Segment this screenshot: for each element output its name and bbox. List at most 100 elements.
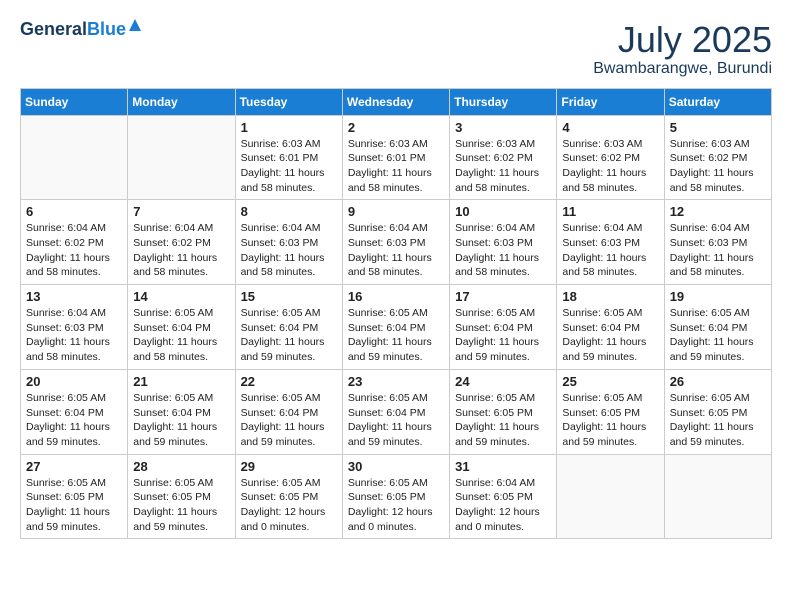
day-number: 7 [133, 204, 229, 219]
day-info: Sunrise: 6:05 AM Sunset: 6:05 PM Dayligh… [348, 476, 444, 535]
calendar-cell: 24 Sunrise: 6:05 AM Sunset: 6:05 PM Dayli… [450, 369, 557, 454]
calendar-cell: 31Sunrise: 6:04 AM Sunset: 6:05 PM Dayli… [450, 454, 557, 539]
day-info: Sunrise: 6:03 AM Sunset: 6:02 PM Dayligh… [670, 137, 766, 196]
calendar-week-row: 6Sunrise: 6:04 AM Sunset: 6:02 PM Daylig… [21, 200, 772, 285]
day-number: 14 [133, 289, 229, 304]
calendar-body: 1 Sunrise: 6:03 AM Sunset: 6:01 PM Daylig… [21, 115, 772, 539]
day-number: 6 [26, 204, 122, 219]
day-info: Sunrise: 6:05 AM Sunset: 6:04 PM Dayligh… [348, 306, 444, 365]
day-info: Sunrise: 6:05 AM Sunset: 6:04 PM Dayligh… [241, 306, 337, 365]
day-info: Sunrise: 6:05 AM Sunset: 6:04 PM Dayligh… [670, 306, 766, 365]
calendar-cell: 14 Sunrise: 6:05 AM Sunset: 6:04 PM Dayli… [128, 285, 235, 370]
calendar-cell: 20 Sunrise: 6:05 AM Sunset: 6:04 PM Dayli… [21, 369, 128, 454]
calendar-cell: 1 Sunrise: 6:03 AM Sunset: 6:01 PM Daylig… [235, 115, 342, 200]
day-number: 15 [241, 289, 337, 304]
calendar-cell: 15 Sunrise: 6:05 AM Sunset: 6:04 PM Dayli… [235, 285, 342, 370]
day-number: 16 [348, 289, 444, 304]
title-section: July 2025 Bwambarangwe, Burundi [593, 20, 772, 78]
day-number: 18 [562, 289, 658, 304]
day-info: Sunrise: 6:05 AM Sunset: 6:04 PM Dayligh… [562, 306, 658, 365]
day-number: 10 [455, 204, 551, 219]
weekday-header-saturday: Saturday [664, 88, 771, 115]
weekday-header-sunday: Sunday [21, 88, 128, 115]
day-number: 3 [455, 120, 551, 135]
calendar-cell [21, 115, 128, 200]
day-number: 2 [348, 120, 444, 135]
day-info: Sunrise: 6:04 AM Sunset: 6:03 PM Dayligh… [26, 306, 122, 365]
calendar-cell: 10 Sunrise: 6:04 AM Sunset: 6:03 PM Dayli… [450, 200, 557, 285]
day-number: 11 [562, 204, 658, 219]
calendar-cell: 12 Sunrise: 6:04 AM Sunset: 6:03 PM Dayli… [664, 200, 771, 285]
day-info: Sunrise: 6:03 AM Sunset: 6:02 PM Dayligh… [455, 137, 551, 196]
day-number: 28 [133, 459, 229, 474]
day-number: 8 [241, 204, 337, 219]
day-number: 25 [562, 374, 658, 389]
calendar-week-row: 13 Sunrise: 6:04 AM Sunset: 6:03 PM Dayli… [21, 285, 772, 370]
day-number: 24 [455, 374, 551, 389]
weekday-header-tuesday: Tuesday [235, 88, 342, 115]
calendar-week-row: 27 Sunrise: 6:05 AM Sunset: 6:05 PM Dayli… [21, 454, 772, 539]
calendar-cell: 9 Sunrise: 6:04 AM Sunset: 6:03 PM Daylig… [342, 200, 449, 285]
calendar-cell: 22 Sunrise: 6:05 AM Sunset: 6:04 PM Dayli… [235, 369, 342, 454]
calendar-cell: 17Sunrise: 6:05 AM Sunset: 6:04 PM Dayli… [450, 285, 557, 370]
day-info: Sunrise: 6:05 AM Sunset: 6:05 PM Dayligh… [241, 476, 337, 535]
weekday-header-wednesday: Wednesday [342, 88, 449, 115]
calendar-cell: 28Sunrise: 6:05 AM Sunset: 6:05 PM Dayli… [128, 454, 235, 539]
day-info: Sunrise: 6:04 AM Sunset: 6:03 PM Dayligh… [241, 221, 337, 280]
calendar-cell [557, 454, 664, 539]
day-info: Sunrise: 6:05 AM Sunset: 6:05 PM Dayligh… [26, 476, 122, 535]
calendar-header: SundayMondayTuesdayWednesdayThursdayFrid… [21, 88, 772, 115]
weekday-header-thursday: Thursday [450, 88, 557, 115]
calendar-cell [128, 115, 235, 200]
logo: GeneralBlue [20, 20, 126, 40]
day-info: Sunrise: 6:04 AM Sunset: 6:03 PM Dayligh… [562, 221, 658, 280]
day-number: 27 [26, 459, 122, 474]
day-info: Sunrise: 6:05 AM Sunset: 6:04 PM Dayligh… [26, 391, 122, 450]
calendar-cell: 25 Sunrise: 6:05 AM Sunset: 6:05 PM Dayli… [557, 369, 664, 454]
logo-blue: Blue [87, 19, 126, 39]
day-number: 13 [26, 289, 122, 304]
day-info: Sunrise: 6:05 AM Sunset: 6:04 PM Dayligh… [348, 391, 444, 450]
calendar-cell: 30Sunrise: 6:05 AM Sunset: 6:05 PM Dayli… [342, 454, 449, 539]
day-number: 4 [562, 120, 658, 135]
day-info: Sunrise: 6:04 AM Sunset: 6:03 PM Dayligh… [455, 221, 551, 280]
day-number: 20 [26, 374, 122, 389]
day-info: Sunrise: 6:03 AM Sunset: 6:01 PM Dayligh… [348, 137, 444, 196]
calendar-week-row: 1 Sunrise: 6:03 AM Sunset: 6:01 PM Daylig… [21, 115, 772, 200]
calendar-cell: 21Sunrise: 6:05 AM Sunset: 6:04 PM Dayli… [128, 369, 235, 454]
day-info: Sunrise: 6:03 AM Sunset: 6:01 PM Dayligh… [241, 137, 337, 196]
day-info: Sunrise: 6:05 AM Sunset: 6:04 PM Dayligh… [133, 306, 229, 365]
day-number: 19 [670, 289, 766, 304]
calendar-cell: 23Sunrise: 6:05 AM Sunset: 6:04 PM Dayli… [342, 369, 449, 454]
day-number: 5 [670, 120, 766, 135]
day-number: 9 [348, 204, 444, 219]
day-info: Sunrise: 6:04 AM Sunset: 6:03 PM Dayligh… [670, 221, 766, 280]
day-number: 12 [670, 204, 766, 219]
calendar-cell: 3 Sunrise: 6:03 AM Sunset: 6:02 PM Daylig… [450, 115, 557, 200]
day-number: 21 [133, 374, 229, 389]
calendar-table: SundayMondayTuesdayWednesdayThursdayFrid… [20, 88, 772, 540]
calendar-cell: 2 Sunrise: 6:03 AM Sunset: 6:01 PM Daylig… [342, 115, 449, 200]
day-number: 22 [241, 374, 337, 389]
weekday-header-monday: Monday [128, 88, 235, 115]
calendar-cell: 18 Sunrise: 6:05 AM Sunset: 6:04 PM Dayli… [557, 285, 664, 370]
day-number: 26 [670, 374, 766, 389]
calendar-cell: 16 Sunrise: 6:05 AM Sunset: 6:04 PM Dayli… [342, 285, 449, 370]
weekday-row: SundayMondayTuesdayWednesdayThursdayFrid… [21, 88, 772, 115]
day-number: 29 [241, 459, 337, 474]
day-number: 1 [241, 120, 337, 135]
logo-general: General [20, 19, 87, 39]
calendar-cell: 7Sunrise: 6:04 AM Sunset: 6:02 PM Daylig… [128, 200, 235, 285]
calendar-cell: 6Sunrise: 6:04 AM Sunset: 6:02 PM Daylig… [21, 200, 128, 285]
calendar-cell: 29 Sunrise: 6:05 AM Sunset: 6:05 PM Dayli… [235, 454, 342, 539]
month-title: July 2025 [593, 20, 772, 60]
day-info: Sunrise: 6:03 AM Sunset: 6:02 PM Dayligh… [562, 137, 658, 196]
location-title: Bwambarangwe, Burundi [593, 60, 772, 78]
calendar-cell: 13 Sunrise: 6:04 AM Sunset: 6:03 PM Dayli… [21, 285, 128, 370]
day-info: Sunrise: 6:04 AM Sunset: 6:03 PM Dayligh… [348, 221, 444, 280]
calendar-cell: 11 Sunrise: 6:04 AM Sunset: 6:03 PM Dayli… [557, 200, 664, 285]
day-info: Sunrise: 6:05 AM Sunset: 6:05 PM Dayligh… [455, 391, 551, 450]
day-info: Sunrise: 6:05 AM Sunset: 6:05 PM Dayligh… [562, 391, 658, 450]
day-info: Sunrise: 6:05 AM Sunset: 6:04 PM Dayligh… [241, 391, 337, 450]
calendar-cell: 4 Sunrise: 6:03 AM Sunset: 6:02 PM Daylig… [557, 115, 664, 200]
